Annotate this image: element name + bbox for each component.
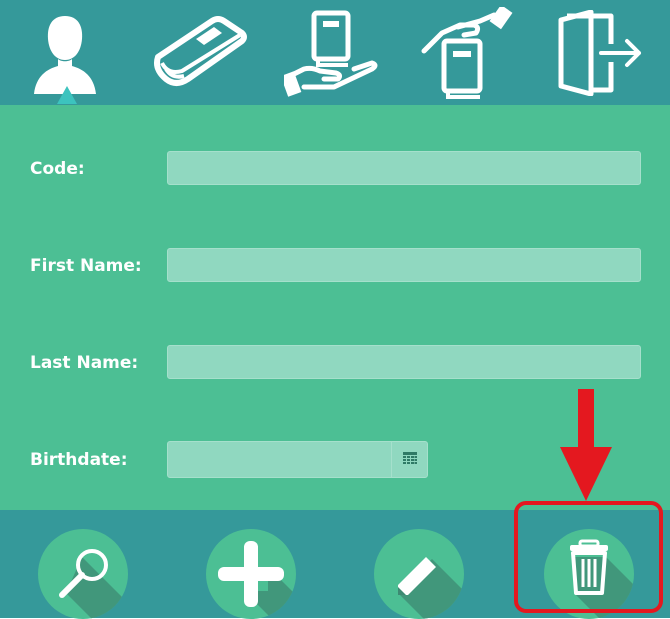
calendar-icon	[403, 452, 417, 464]
first-name-label: First Name:	[30, 256, 142, 276]
birthdate-label: Birthdate:	[30, 450, 128, 470]
nav-return-button[interactable]	[416, 0, 516, 105]
last-name-input[interactable]	[167, 345, 641, 379]
nav-books-button[interactable]	[148, 0, 252, 105]
give-book-icon	[421, 6, 513, 99]
pencil-icon	[398, 557, 464, 619]
calendar-picker-button[interactable]	[391, 441, 428, 477]
plus-icon	[218, 541, 296, 619]
active-tab-indicator	[57, 86, 77, 104]
nav-borrow-button[interactable]	[282, 0, 382, 105]
magnifier-icon	[59, 549, 128, 619]
exit-door-icon	[558, 9, 641, 96]
code-input[interactable]	[167, 151, 641, 185]
top-navigation-bar	[0, 0, 670, 105]
birthdate-input[interactable]	[167, 441, 428, 478]
hand-receive-book-icon	[284, 10, 378, 97]
first-name-input[interactable]	[167, 248, 641, 282]
delete-highlight-box	[514, 501, 663, 613]
last-name-label: Last Name:	[30, 353, 139, 373]
code-label: Code:	[30, 159, 85, 179]
search-button[interactable]	[38, 529, 128, 619]
book-icon	[154, 15, 247, 86]
edit-button[interactable]	[374, 529, 464, 619]
red-arrow-annotation	[560, 389, 612, 501]
user-icon	[34, 15, 96, 94]
add-button[interactable]	[206, 529, 296, 619]
nav-logout-button[interactable]	[548, 0, 648, 105]
